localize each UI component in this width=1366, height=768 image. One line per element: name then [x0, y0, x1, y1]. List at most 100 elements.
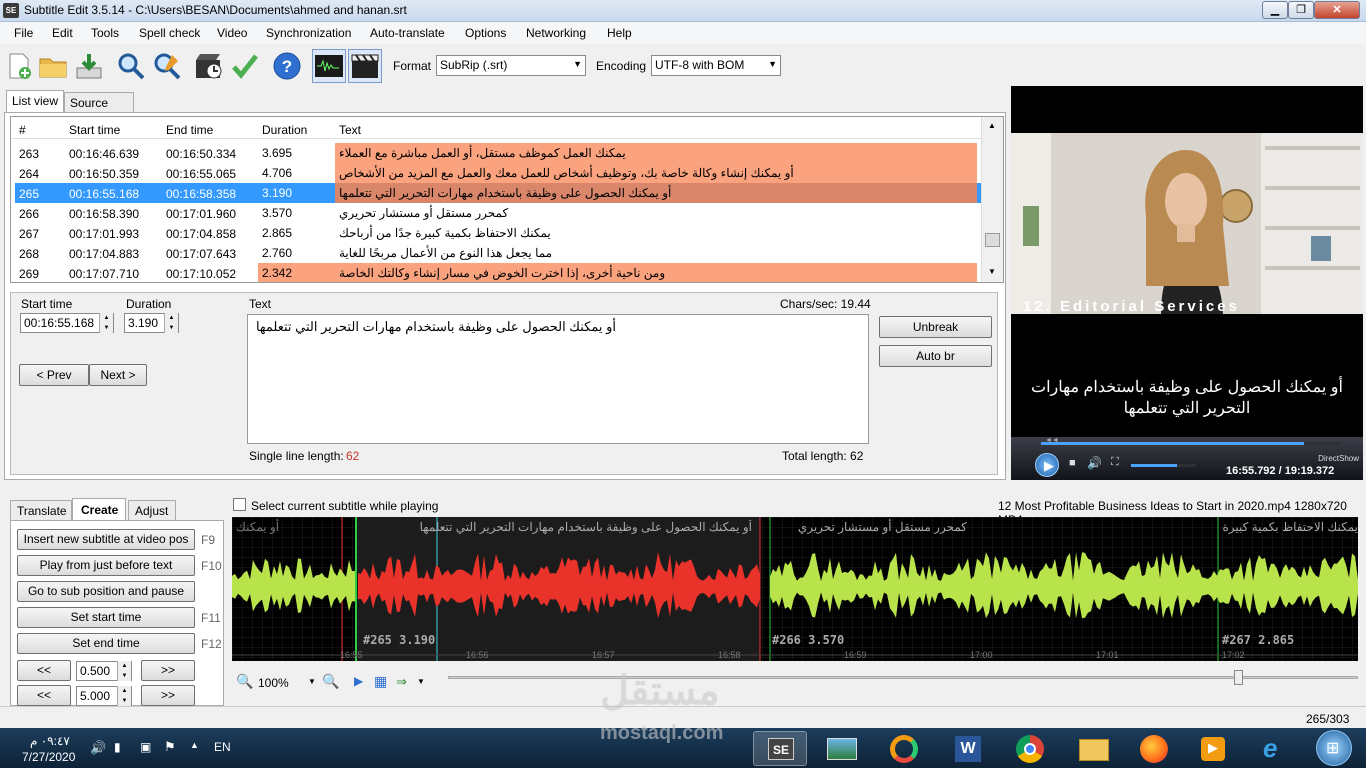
- tab-adjust[interactable]: Adjust: [128, 500, 176, 521]
- scroll-up-icon[interactable]: ▲: [988, 121, 996, 130]
- taskbar-subtitle-edit[interactable]: SE: [753, 731, 807, 766]
- save-button[interactable]: [74, 51, 104, 81]
- menu-networking[interactable]: Networking: [526, 26, 586, 40]
- large-step-spinner[interactable]: ▲ ▼: [117, 686, 131, 706]
- minimize-button[interactable]: ▁: [1262, 1, 1288, 19]
- options-dropdown-icon[interactable]: ▼: [417, 677, 425, 686]
- tab-translate[interactable]: Translate: [10, 500, 72, 521]
- play-button[interactable]: ▶: [1035, 453, 1059, 477]
- volume-icon[interactable]: 🔊: [1087, 456, 1102, 470]
- duration-spinner[interactable]: ▲ ▼: [164, 313, 178, 333]
- next-button[interactable]: Next >: [89, 364, 147, 386]
- step-back-large-button[interactable]: <<: [17, 685, 71, 706]
- menu-file[interactable]: File: [14, 26, 33, 40]
- column-text[interactable]: Text: [339, 123, 361, 137]
- start-time-spinner[interactable]: ▲ ▼: [99, 313, 113, 333]
- forward-arrows-icon[interactable]: ⇒: [396, 674, 407, 690]
- start-button[interactable]: ⊞: [1316, 730, 1352, 766]
- video-frame[interactable]: 12. Editorial Services: [1011, 86, 1363, 332]
- language-indicator[interactable]: EN: [214, 740, 231, 754]
- action-center-flag-icon[interactable]: ⚑: [164, 739, 176, 755]
- scroll-down-icon[interactable]: ▼: [988, 267, 996, 276]
- table-row[interactable]: 269 00:17:07.710 00:17:10.052 2.342 ومن …: [15, 263, 981, 282]
- menu-options[interactable]: Options: [465, 26, 506, 40]
- replace-button[interactable]: [152, 51, 182, 81]
- menu-help[interactable]: Help: [607, 26, 632, 40]
- menu-auto-translate[interactable]: Auto-translate: [370, 26, 445, 40]
- insert-subtitle-button[interactable]: Insert new subtitle at video pos: [17, 529, 195, 550]
- taskbar-media-app[interactable]: [877, 731, 931, 766]
- format-select[interactable]: SubRip (.srt) ▼: [436, 55, 586, 76]
- waveform-position-thumb[interactable]: [1234, 670, 1243, 685]
- column-start-time[interactable]: Start time: [69, 123, 120, 137]
- auto-br-button[interactable]: Auto br: [879, 345, 992, 367]
- column-end-time[interactable]: End time: [166, 123, 213, 137]
- step-back-small-button[interactable]: <<: [17, 660, 71, 681]
- table-row[interactable]: 267 00:17:01.993 00:17:04.858 2.865 يمكن…: [15, 223, 981, 243]
- tab-create[interactable]: Create: [72, 498, 126, 521]
- taskbar-chrome[interactable]: [1003, 731, 1057, 766]
- tray-expand-icon[interactable]: ▲: [190, 740, 199, 750]
- play-selection-icon[interactable]: ▶: [354, 674, 363, 688]
- table-row[interactable]: 264 00:16:50.359 00:16:55.065 4.706 أو ي…: [15, 163, 981, 183]
- menu-synchronization[interactable]: Synchronization: [266, 26, 351, 40]
- table-row[interactable]: 263 00:16:46.639 00:16:50.334 3.695 يمكن…: [15, 143, 981, 163]
- zoom-out-icon[interactable]: 🔍: [236, 673, 253, 690]
- table-row-selected[interactable]: 265 00:16:55.168 00:16:58.358 3.190 أو ي…: [15, 183, 981, 203]
- column-duration[interactable]: Duration: [262, 123, 307, 137]
- step-forward-large-button[interactable]: >>: [141, 685, 195, 706]
- find-button[interactable]: [116, 51, 146, 81]
- rewind-arrows-icon: ◄◄: [1045, 437, 1059, 444]
- toggle-video-button[interactable]: [348, 49, 382, 83]
- maximize-button[interactable]: ❐: [1288, 1, 1314, 19]
- column-number[interactable]: #: [19, 123, 26, 137]
- go-to-sub-button[interactable]: Go to sub position and pause: [17, 581, 195, 602]
- waveform[interactable]: أو يمكنك أو يمكنك الحصول على وظيفة باستخ…: [232, 517, 1358, 661]
- taskbar-explorer[interactable]: [1067, 731, 1121, 766]
- unbreak-button[interactable]: Unbreak: [879, 316, 992, 338]
- open-file-button[interactable]: [38, 51, 68, 81]
- network-tray-icon[interactable]: ▮: [114, 740, 121, 754]
- encoding-select[interactable]: UTF-8 with BOM ▼: [651, 55, 781, 76]
- new-file-button[interactable]: [4, 51, 34, 81]
- tab-list-view[interactable]: List view: [6, 90, 64, 113]
- table-row[interactable]: 268 00:17:04.883 00:17:07.643 2.760 مما …: [15, 243, 981, 263]
- volume-track[interactable]: [1131, 464, 1196, 467]
- play-before-text-button[interactable]: Play from just before text: [17, 555, 195, 576]
- scrollbar-thumb[interactable]: [985, 233, 1000, 247]
- toggle-waveform-button[interactable]: [312, 49, 346, 83]
- menu-video[interactable]: Video: [217, 26, 247, 40]
- volume-tray-icon[interactable]: 🔊: [90, 740, 106, 756]
- zoom-dropdown-icon[interactable]: ▼: [308, 677, 316, 686]
- taskbar-firefox[interactable]: [1127, 731, 1181, 766]
- menu-edit[interactable]: Edit: [52, 26, 73, 40]
- step-forward-small-button[interactable]: >>: [141, 660, 195, 681]
- list-scrollbar[interactable]: ▲ ▼: [981, 117, 1003, 282]
- visual-sync-button[interactable]: [194, 51, 224, 81]
- select-while-playing-checkbox[interactable]: [233, 498, 246, 511]
- tab-source-view[interactable]: Source view: [64, 92, 134, 124]
- waveform-grid-icon[interactable]: ▦: [374, 673, 387, 690]
- power-tray-icon[interactable]: ▣: [140, 740, 151, 754]
- taskbar-media-player[interactable]: ▶: [1187, 731, 1241, 766]
- subtitle-text-input[interactable]: أو يمكنك الحصول على وظيفة باستخدام مهارا…: [247, 314, 869, 444]
- menu-spell-check[interactable]: Spell check: [139, 26, 200, 40]
- prev-button[interactable]: < Prev: [19, 364, 89, 386]
- waveform-position-track[interactable]: [448, 676, 1358, 679]
- stop-icon[interactable]: ■: [1069, 457, 1076, 469]
- set-end-time-button[interactable]: Set end time: [17, 633, 195, 654]
- zoom-value[interactable]: 100%: [258, 676, 289, 690]
- taskbar-ie[interactable]: e: [1249, 731, 1303, 766]
- help-button[interactable]: ?: [272, 51, 302, 81]
- menu-tools[interactable]: Tools: [91, 26, 119, 40]
- taskbar-word[interactable]: W: [941, 731, 995, 766]
- video-progress-track[interactable]: [1041, 442, 1341, 445]
- taskbar-photo-viewer[interactable]: [815, 731, 869, 766]
- fullscreen-icon[interactable]: ⛶: [1111, 456, 1119, 469]
- zoom-in-icon[interactable]: 🔍: [322, 673, 339, 690]
- small-step-spinner[interactable]: ▲ ▼: [117, 661, 131, 681]
- close-button[interactable]: ✕: [1314, 1, 1360, 19]
- table-row[interactable]: 266 00:16:58.390 00:17:01.960 3.570 كمحر…: [15, 203, 981, 223]
- set-start-time-button[interactable]: Set start time: [17, 607, 195, 628]
- spell-check-button[interactable]: [230, 51, 260, 81]
